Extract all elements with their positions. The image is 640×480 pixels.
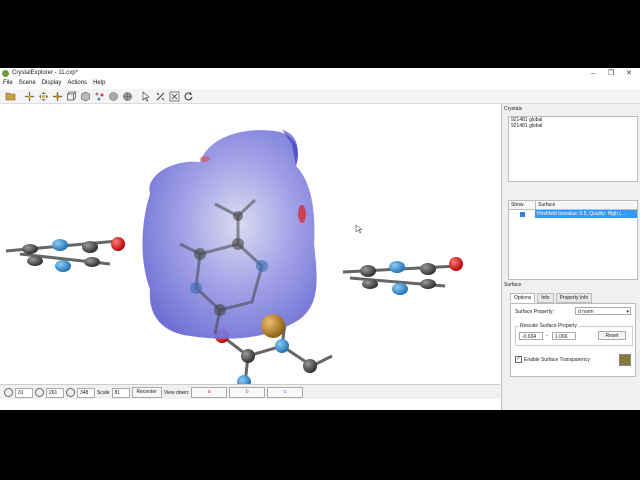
right-molecule (342, 257, 463, 295)
scale-spinbox[interactable]: 81 (111, 387, 130, 398)
surface-property-select[interactable]: d norm ▾ (575, 307, 631, 315)
measure-icon[interactable] (154, 90, 166, 102)
rotate-icon[interactable] (51, 90, 63, 102)
mouse-cursor-icon (355, 224, 363, 234)
atoms-icon[interactable] (93, 90, 105, 102)
sphere-icon[interactable] (107, 90, 119, 102)
crystals-label: Crystals (504, 106, 523, 112)
hirshfeld-surface[interactable] (142, 130, 317, 339)
view-c-button[interactable]: c (267, 387, 304, 398)
surface-description: Hirshfeld Isovalue: 0.5, Quality: High (… (535, 210, 637, 218)
close-button[interactable]: ✕ (620, 68, 638, 80)
rotate-y-icon (35, 388, 44, 397)
tab-info[interactable]: Info (537, 293, 554, 303)
surface-property-value: d norm (578, 309, 594, 315)
app-icon (2, 70, 9, 77)
rotate-z-icon (66, 388, 75, 397)
surface-tabs: Options Info Property Info (510, 293, 593, 303)
right-panel: Crystals 921481 global 921481 global Sho… (501, 104, 640, 410)
checkbox-check-icon[interactable]: ✓ (515, 356, 522, 363)
transparency-label: Enable Surface Transparency (524, 356, 590, 363)
rot-x-spinbox[interactable]: 31 (15, 387, 33, 398)
menu-bar: File Scene Display Actions Help (0, 80, 640, 89)
menu-display[interactable]: Display (42, 80, 62, 89)
tab-property-info[interactable]: Property Info (555, 293, 593, 303)
left-molecule (5, 237, 125, 272)
fragment-icon[interactable] (168, 90, 180, 102)
window-title: CrystalExplorer - 11.cxp* (12, 70, 78, 76)
rescale-groupbox: Rescale Surface Property -0.634 - 1.066 … (515, 323, 633, 346)
show-column-header[interactable]: Show (509, 201, 536, 209)
view-b-button[interactable]: b (229, 387, 266, 398)
recenter-button[interactable]: Recenter (131, 387, 162, 398)
title-bar: CrystalExplorer - 11.cxp* – ❐ ✕ (0, 68, 640, 80)
translate-icon[interactable] (37, 90, 49, 102)
molecule-scene[interactable] (0, 104, 500, 389)
sphere-grid-icon[interactable] (121, 90, 133, 102)
view-a-button[interactable]: a (191, 387, 228, 398)
reset-button[interactable]: Reset (598, 331, 626, 340)
surface-panel-label: Surface (504, 282, 522, 288)
chevron-down-icon: ▾ (626, 309, 629, 315)
view-down-label: View down: (163, 389, 190, 396)
menu-actions[interactable]: Actions (67, 80, 87, 89)
scale-label: Scale (97, 389, 110, 396)
surface-row[interactable]: Hirshfeld Isovalue: 0.5, Quality: High (… (509, 210, 637, 218)
maximize-button[interactable]: ❐ (602, 68, 620, 80)
options-tab-body: Surface Property: d norm ▾ Rescale Surfa… (510, 303, 636, 377)
rescale-legend: Rescale Surface Property (519, 323, 578, 329)
3d-viewport[interactable] (0, 104, 500, 389)
tab-options[interactable]: Options (510, 293, 536, 303)
cube-icon[interactable] (79, 90, 91, 102)
cell-icon[interactable] (65, 90, 77, 102)
rotate-x-icon (4, 388, 13, 397)
reset-icon[interactable] (182, 90, 194, 102)
crystals-list[interactable]: 921481 global 921481 global (508, 116, 638, 182)
surfaces-table[interactable]: Show Surface Hirshfeld Isovalue: 0.5, Qu… (508, 200, 638, 280)
minimize-button[interactable]: – (584, 68, 602, 80)
menu-help[interactable]: Help (93, 80, 105, 89)
toolbar (0, 89, 640, 104)
range-max-spinbox[interactable]: 1.066 (552, 332, 576, 340)
view-statusbar: 31 261 348 Scale 81 Recenter View down: … (0, 384, 500, 399)
app-window: CrystalExplorer - 11.cxp* – ❐ ✕ File Sce… (0, 68, 640, 410)
open-folder-icon[interactable] (4, 90, 16, 102)
menu-scene[interactable]: Scene (19, 80, 36, 89)
show-toggle[interactable] (509, 210, 535, 218)
menu-file[interactable]: File (3, 80, 13, 89)
select-arrow-icon[interactable] (140, 90, 152, 102)
rot-y-spinbox[interactable]: 261 (46, 387, 64, 398)
surface-property-label: Surface Property: (515, 309, 554, 315)
crystal-item[interactable]: 921481 global (509, 123, 637, 129)
surface-color-button[interactable] (619, 354, 631, 366)
range-separator: - (546, 333, 548, 339)
rot-z-spinbox[interactable]: 348 (77, 387, 95, 398)
range-min-spinbox[interactable]: -0.634 (519, 332, 543, 340)
pointer-move-icon[interactable] (23, 90, 35, 102)
surface-column-header[interactable]: Surface (536, 201, 555, 209)
transparency-checkbox[interactable]: ✓ Enable Surface Transparency (515, 356, 590, 363)
